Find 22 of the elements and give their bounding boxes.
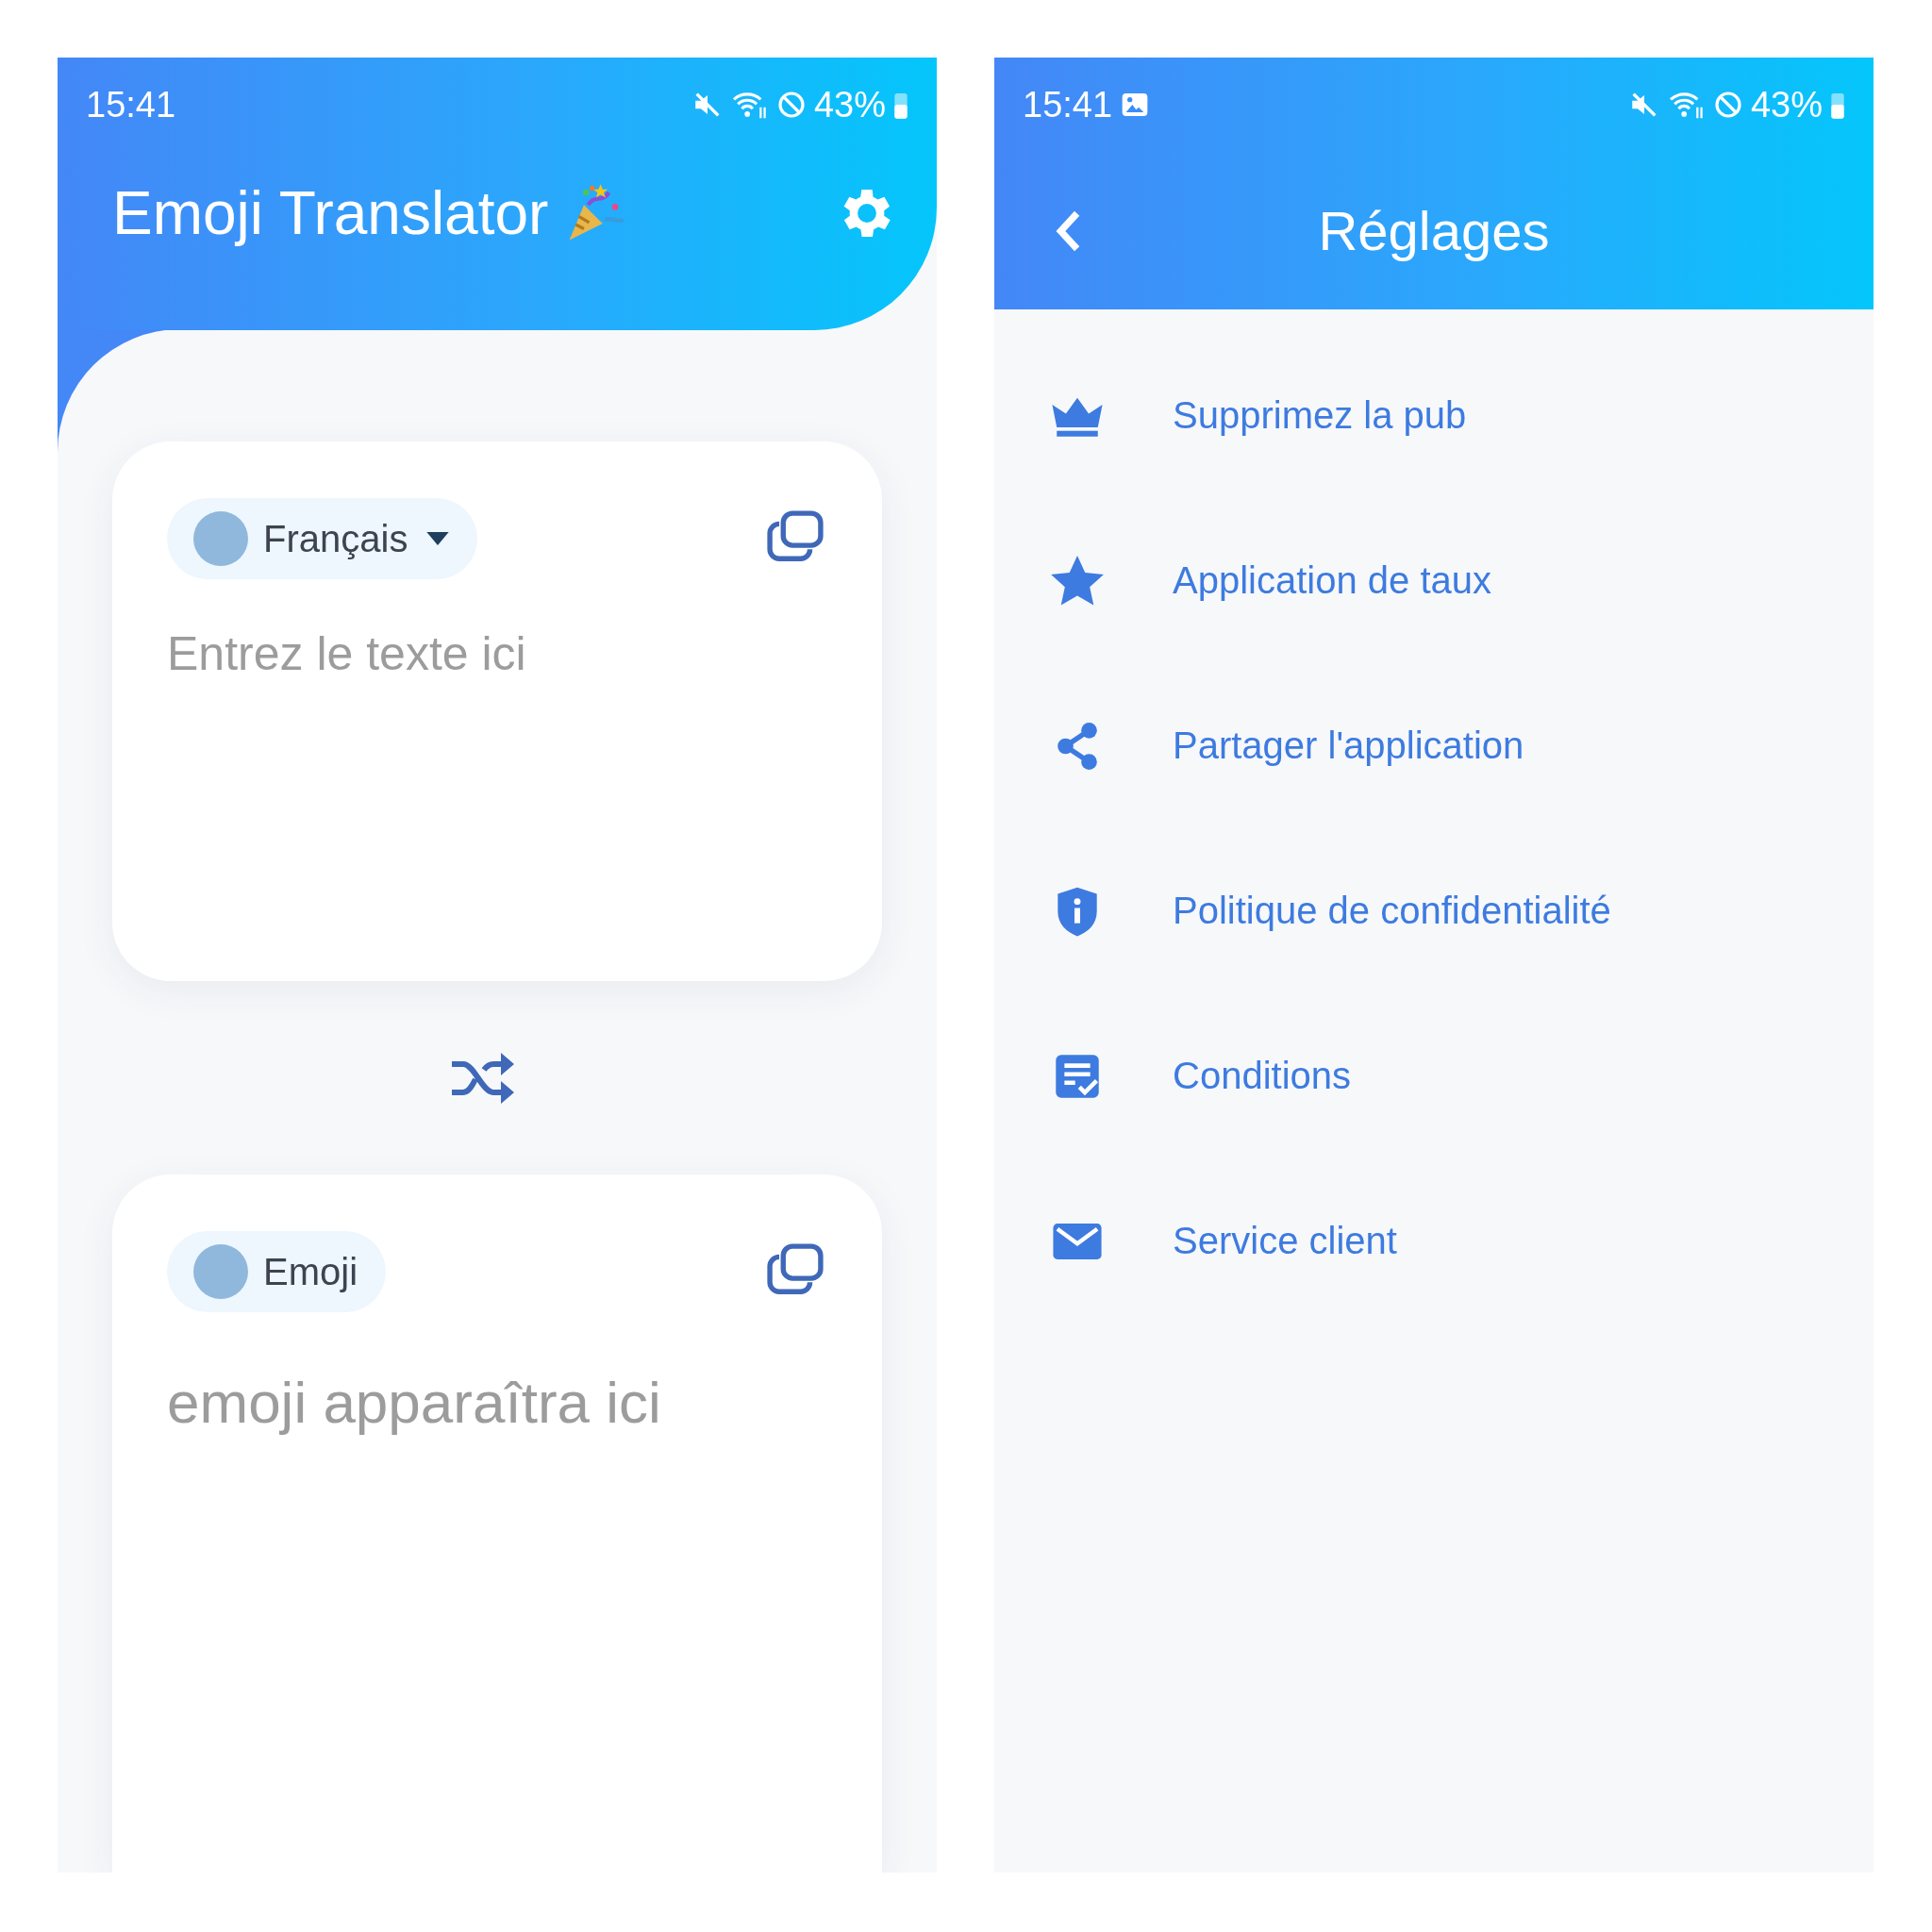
battery-percent: 43% — [813, 84, 886, 125]
screen-title: Réglages — [1318, 199, 1550, 262]
settings-item[interactable]: Supprimez la pub — [1048, 333, 1874, 498]
do-not-disturb-icon — [775, 90, 807, 120]
settings-item[interactable]: Partager l'application — [1048, 663, 1874, 828]
language-selector[interactable]: Emoji — [167, 1231, 387, 1312]
settings-item[interactable]: Politique de confidentialité — [1048, 828, 1874, 993]
mail-icon — [1052, 1222, 1103, 1260]
settings-item[interactable]: Application de taux — [1048, 498, 1874, 663]
language-flag-icon — [193, 511, 248, 566]
output-field[interactable]: Emoji emoji apparaîtra ici — [112, 1174, 882, 1873]
app-title: Emoji Translator — [112, 178, 549, 248]
status-time: 15:41 — [1023, 84, 1113, 125]
status-time: 15:41 — [86, 84, 176, 125]
input-field[interactable]: Français Entrez le texte ici — [112, 441, 882, 981]
document-icon — [1054, 1052, 1101, 1100]
do-not-disturb-icon — [1712, 90, 1743, 120]
battery-percent: 43% — [1750, 84, 1823, 125]
language-selector[interactable]: Français — [167, 498, 478, 579]
settings-item[interactable]: Service client — [1048, 1158, 1874, 1324]
language-flag-icon — [193, 1244, 248, 1299]
settings-item[interactable]: Conditions — [1048, 993, 1874, 1158]
